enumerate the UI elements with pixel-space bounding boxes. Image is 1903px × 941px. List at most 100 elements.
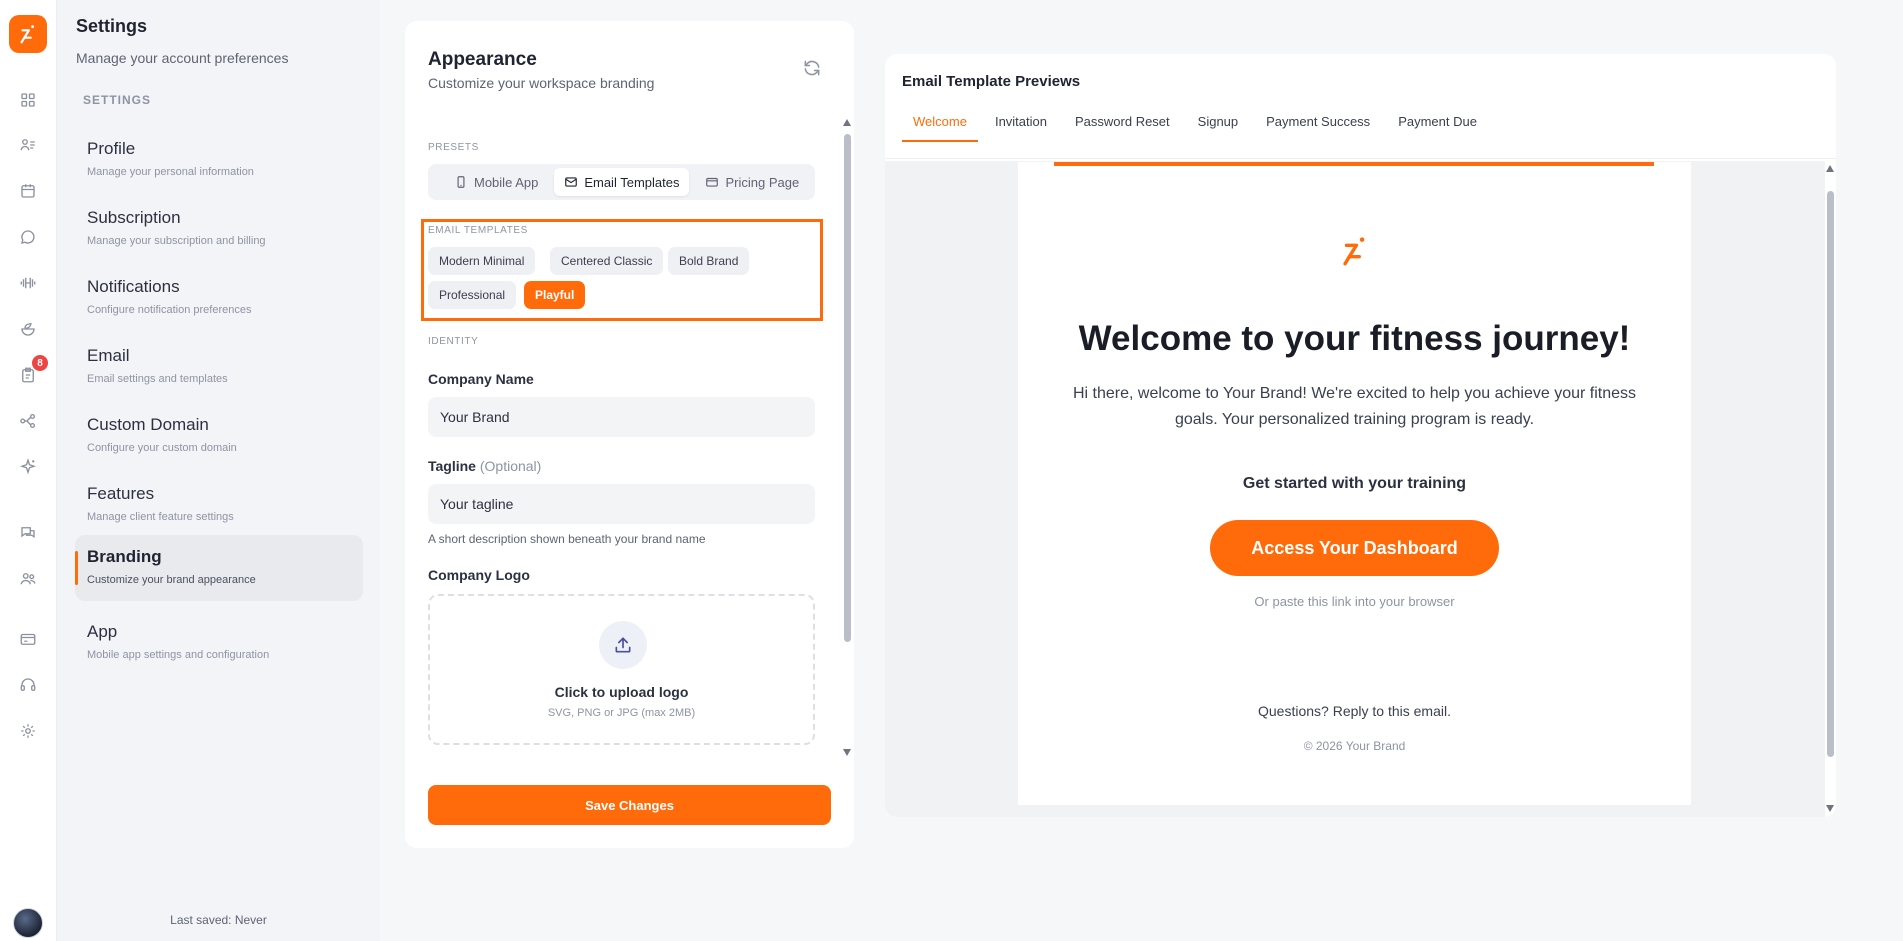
- preview-scrollbar[interactable]: [1825, 161, 1836, 817]
- upload-icon-wrap: [599, 621, 647, 669]
- sidebar-item-features[interactable]: Features Manage client feature settings: [75, 472, 363, 538]
- email-questions-text: Questions? Reply to this email.: [1258, 703, 1451, 719]
- sidebar-item-branding[interactable]: Branding Customize your brand appearance: [75, 535, 363, 601]
- nav-label: Custom Domain: [87, 415, 209, 434]
- settings-subtitle: Manage your account preferences: [76, 50, 289, 66]
- nav-desc: Configure notification preferences: [87, 304, 252, 316]
- logo-upload-dropzone[interactable]: Click to upload logo SVG, PNG or JPG (ma…: [428, 594, 815, 745]
- team-icon[interactable]: [16, 567, 40, 591]
- tagline-label-text: Tagline: [428, 458, 476, 474]
- appearance-panel: Appearance Customize your workspace bran…: [405, 21, 854, 848]
- app-logo[interactable]: [9, 15, 47, 53]
- template-chip-playful[interactable]: Playful: [524, 281, 586, 309]
- grid-icon[interactable]: [16, 88, 40, 112]
- tab-payment-success[interactable]: Payment Success: [1255, 114, 1381, 142]
- presets-label: PRESETS: [428, 142, 479, 153]
- tab-invitation[interactable]: Invitation: [984, 114, 1058, 142]
- preset-label: Pricing Page: [725, 174, 800, 190]
- nav-desc: Manage client feature settings: [87, 511, 234, 523]
- email-cta-lead: Get started with your training: [1242, 475, 1467, 492]
- tab-password-reset[interactable]: Password Reset: [1064, 114, 1181, 142]
- nav-desc: Manage your personal information: [87, 166, 254, 178]
- email-body: Hi there, welcome to Your Brand! We're e…: [1072, 385, 1637, 428]
- email-templates-label: EMAIL TEMPLATES: [428, 225, 528, 236]
- email-heading: Welcome to your fitness journey!: [1078, 319, 1631, 358]
- presets-segmented-control: Mobile App Email Templates Pricing Page: [428, 164, 815, 200]
- tab-signup[interactable]: Signup: [1187, 114, 1249, 142]
- preset-mobile-app[interactable]: Mobile App: [444, 168, 548, 196]
- nav-desc: Email settings and templates: [87, 373, 228, 385]
- tab-payment-due[interactable]: Payment Due: [1387, 114, 1488, 142]
- scroll-thumb[interactable]: [844, 134, 851, 642]
- nav-label: Notifications: [87, 277, 180, 296]
- scroll-down-arrow[interactable]: [843, 749, 851, 756]
- sidebar-item-notifications[interactable]: Notifications Configure notification pre…: [75, 265, 363, 331]
- nav-label: Branding: [87, 547, 162, 566]
- upload-title: Click to upload logo: [554, 684, 689, 700]
- nutrition-bowl-icon[interactable]: [16, 317, 40, 341]
- appearance-title: Appearance: [428, 49, 537, 70]
- headset-icon[interactable]: [16, 673, 40, 697]
- sparkle-icon[interactable]: [16, 455, 40, 479]
- card-icon[interactable]: [16, 627, 40, 651]
- icon-rail: 8: [0, 0, 57, 941]
- access-dashboard-button[interactable]: Access Your Dashboard: [1210, 520, 1499, 576]
- appearance-scrollbar[interactable]: [842, 119, 852, 759]
- refresh-icon[interactable]: [802, 58, 822, 78]
- workflow-icon[interactable]: [16, 409, 40, 433]
- template-chip-centered-classic[interactable]: Centered Classic: [550, 247, 664, 275]
- email-copyright: © 2026 Your Brand: [1303, 739, 1406, 753]
- chat-icon[interactable]: [16, 225, 40, 249]
- clients-list-icon[interactable]: [16, 133, 40, 157]
- phone-icon: [457, 176, 465, 188]
- scroll-up-arrow[interactable]: [843, 119, 851, 126]
- settings-sidebar: Settings Manage your account preferences…: [57, 0, 380, 941]
- sidebar-item-custom-domain[interactable]: Custom Domain Configure your custom doma…: [75, 403, 363, 469]
- email-accent-bar: [1054, 162, 1654, 166]
- messages-icon[interactable]: [16, 521, 40, 545]
- preset-email-templates[interactable]: Email Templates: [554, 168, 690, 196]
- company-name-input[interactable]: [428, 397, 815, 437]
- tagline-input[interactable]: [428, 484, 815, 524]
- nav-label: App: [87, 622, 118, 641]
- company-name-label: Company Name: [428, 371, 534, 387]
- nav-desc: Configure your custom domain: [87, 442, 237, 454]
- identity-label: IDENTITY: [428, 336, 479, 347]
- runner-logo-icon: [20, 25, 35, 44]
- nav-label: Profile: [87, 139, 136, 158]
- nav-desc: Mobile app settings and configuration: [87, 649, 270, 661]
- sidebar-item-profile[interactable]: Profile Manage your personal information: [75, 127, 363, 193]
- sidebar-item-email[interactable]: Email Email settings and templates: [75, 334, 363, 400]
- tagline-label: Tagline (Optional): [428, 458, 541, 474]
- previews-title: Email Template Previews: [902, 73, 1081, 90]
- scroll-thumb[interactable]: [1827, 191, 1834, 757]
- upload-icon: [615, 637, 631, 653]
- calendar-icon[interactable]: [16, 179, 40, 203]
- tabs-divider: [885, 158, 1836, 159]
- sidebar-item-subscription[interactable]: Subscription Manage your subscription an…: [75, 196, 363, 262]
- preset-pricing-page[interactable]: Pricing Page: [695, 168, 809, 196]
- scroll-down-arrow[interactable]: [1826, 805, 1834, 812]
- template-chip-bold-brand[interactable]: Bold Brand: [668, 247, 750, 275]
- save-changes-button[interactable]: Save Changes: [428, 785, 831, 825]
- card-icon: [706, 177, 719, 187]
- tagline-optional-text: (Optional): [479, 458, 542, 474]
- notification-badge: 8: [32, 355, 48, 371]
- mail-icon: [565, 177, 578, 187]
- gear-icon[interactable]: [16, 719, 40, 743]
- brand-logo-icon: [1338, 234, 1372, 268]
- user-avatar[interactable]: [13, 908, 43, 938]
- scroll-up-arrow[interactable]: [1826, 165, 1834, 172]
- template-chip-professional[interactable]: Professional: [428, 281, 517, 309]
- tagline-hint: A short description shown beneath your b…: [428, 532, 706, 546]
- email-alt-link-text: Or paste this link into your browser: [1254, 594, 1455, 609]
- settings-section-label: SETTINGS: [83, 93, 152, 107]
- sidebar-item-app[interactable]: App Mobile app settings and configuratio…: [75, 610, 363, 676]
- tab-welcome[interactable]: Welcome: [902, 114, 978, 142]
- dumbbell-icon[interactable]: [16, 271, 40, 295]
- template-chip-modern-minimal[interactable]: Modern Minimal: [428, 247, 536, 275]
- appearance-subtitle: Customize your workspace branding: [428, 75, 655, 91]
- preset-label: Mobile App: [474, 174, 539, 190]
- preview-tabs: Welcome Invitation Password Reset Signup…: [902, 114, 1494, 142]
- email-preview-card: Welcome to your fitness journey! Hi ther…: [1018, 162, 1691, 805]
